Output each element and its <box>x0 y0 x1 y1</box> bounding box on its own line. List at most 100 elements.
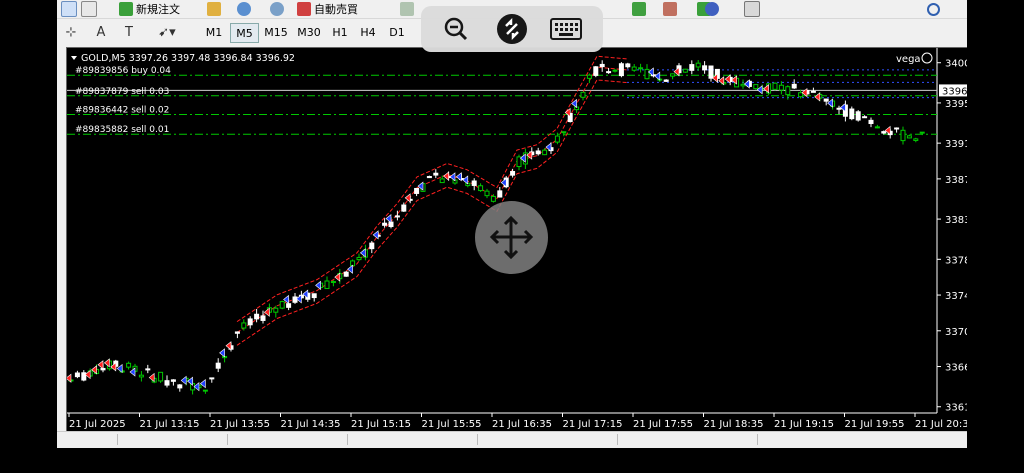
auto-trade-button[interactable]: 自動売買 <box>297 0 358 18</box>
new-order-button[interactable]: 新規注文 <box>119 0 180 18</box>
timeframe-m5[interactable]: M5 <box>230 23 259 43</box>
candle-body <box>778 84 784 91</box>
y-tick-label: 3366 <box>945 363 968 374</box>
templates-icon[interactable] <box>744 0 763 18</box>
candle-body <box>414 187 420 194</box>
candle-body <box>145 368 151 371</box>
timeframe-m1[interactable]: M1 <box>200 23 228 41</box>
candle-body <box>785 86 791 96</box>
y-tick-label: 3383 <box>945 215 968 226</box>
candle-body <box>561 131 567 134</box>
candle-body <box>241 322 247 329</box>
status-cell <box>347 434 348 445</box>
candle-body <box>164 380 170 386</box>
candle-body <box>382 222 388 226</box>
x-tick-label: 21 Jul 13:15 <box>140 419 200 430</box>
status-cell <box>757 434 758 445</box>
timeframe-m15[interactable]: M15 <box>260 23 292 41</box>
y-tick-label: 3387 <box>945 175 968 186</box>
candle-body <box>343 271 349 277</box>
x-tick-label: 21 Jul 18:35 <box>704 419 764 430</box>
candle-body <box>215 362 221 369</box>
timeframe-m30[interactable]: M30 <box>293 23 325 41</box>
zoom-out-icon[interactable] <box>439 12 473 46</box>
candle-body <box>158 371 164 382</box>
screen-edge <box>967 0 1024 473</box>
candle-body <box>689 64 695 71</box>
candle-body <box>906 135 912 139</box>
candle-body <box>631 66 637 71</box>
candle-body <box>74 372 80 378</box>
candle-body <box>439 178 445 184</box>
candle-body <box>356 256 362 261</box>
candle-body <box>81 372 87 381</box>
new-chart-icon[interactable] <box>61 0 80 18</box>
candle-body <box>663 79 669 82</box>
candle-body <box>881 131 887 134</box>
trade-arrow-icon <box>219 348 225 358</box>
candle-body <box>554 135 560 143</box>
trade-arrow-icon <box>372 230 379 240</box>
candle-body <box>638 67 644 70</box>
candle-body <box>708 65 714 79</box>
y-tick-label: 3391 <box>945 139 968 150</box>
x-tick-label: 21 Jul 17:55 <box>633 419 693 430</box>
text-tool-icon[interactable]: A <box>93 23 109 41</box>
search-icon[interactable] <box>927 0 943 18</box>
candle-body <box>324 280 330 290</box>
candle-body <box>599 63 605 68</box>
candle-body <box>209 377 215 380</box>
candle-body <box>702 65 708 71</box>
y-tick-label: 3374 <box>945 291 968 302</box>
timeframe-h4[interactable]: H4 <box>355 23 381 41</box>
x-tick-label: 21 Jul 13:55 <box>210 419 270 430</box>
status-cell <box>617 434 618 445</box>
order-label: #89836442 sell 0.02 <box>75 106 169 116</box>
x-tick-label: 21 Jul 15:15 <box>351 419 411 430</box>
remote-control-bar <box>421 6 603 52</box>
candle-body <box>753 84 759 90</box>
signals-icon[interactable] <box>270 0 287 18</box>
candle-body <box>798 92 804 98</box>
y-tick-label: 3400 <box>945 59 968 70</box>
text-label-tool-icon[interactable]: T <box>121 23 137 41</box>
metaeditor-icon[interactable] <box>207 0 224 18</box>
candle-body <box>394 215 400 218</box>
x-tick-label: 21 Jul 20:35 <box>915 419 968 430</box>
candle-body <box>670 73 676 77</box>
navigator-icon[interactable] <box>237 0 254 18</box>
move-handle[interactable] <box>475 201 548 274</box>
keyboard-icon[interactable] <box>549 12 583 46</box>
candle-body <box>810 90 816 93</box>
zoom-icon[interactable] <box>81 0 100 18</box>
remote-connect-icon[interactable] <box>495 12 529 46</box>
current-price-label: 3396 <box>942 86 967 97</box>
candle-body <box>900 129 906 142</box>
candle-body <box>279 301 285 309</box>
candle-body <box>823 98 829 102</box>
crosshair-icon[interactable]: ⊹ <box>63 23 79 41</box>
y-tick-label: 3361 <box>945 403 968 414</box>
new-order-icon <box>119 2 133 16</box>
timeframe-h1[interactable]: H1 <box>327 23 353 41</box>
timeframe-d1[interactable]: D1 <box>384 23 410 41</box>
candle-body <box>292 296 298 303</box>
candle-body <box>862 116 868 119</box>
x-tick-label: 21 Jul 19:55 <box>845 419 905 430</box>
order-label: #89839856 buy 0.04 <box>75 66 171 76</box>
candle-body <box>170 379 176 382</box>
candle-body <box>542 149 548 156</box>
x-tick-label: 21 Jul 14:35 <box>281 419 341 430</box>
candle-body <box>369 242 375 250</box>
x-tick-label: 21 Jul 19:15 <box>774 419 834 430</box>
candle-body <box>286 303 292 308</box>
candle-body <box>855 111 861 121</box>
chart-shift-icon[interactable] <box>632 0 649 18</box>
arrows-tool-icon[interactable]: ➹▾ <box>153 23 181 41</box>
periods-icon[interactable] <box>705 0 722 18</box>
status-cell <box>227 434 228 445</box>
auto-trade-icon <box>297 2 311 16</box>
line-tool-icon[interactable] <box>400 0 417 18</box>
candle-body <box>471 180 477 186</box>
trade-arrow-icon <box>97 360 104 370</box>
